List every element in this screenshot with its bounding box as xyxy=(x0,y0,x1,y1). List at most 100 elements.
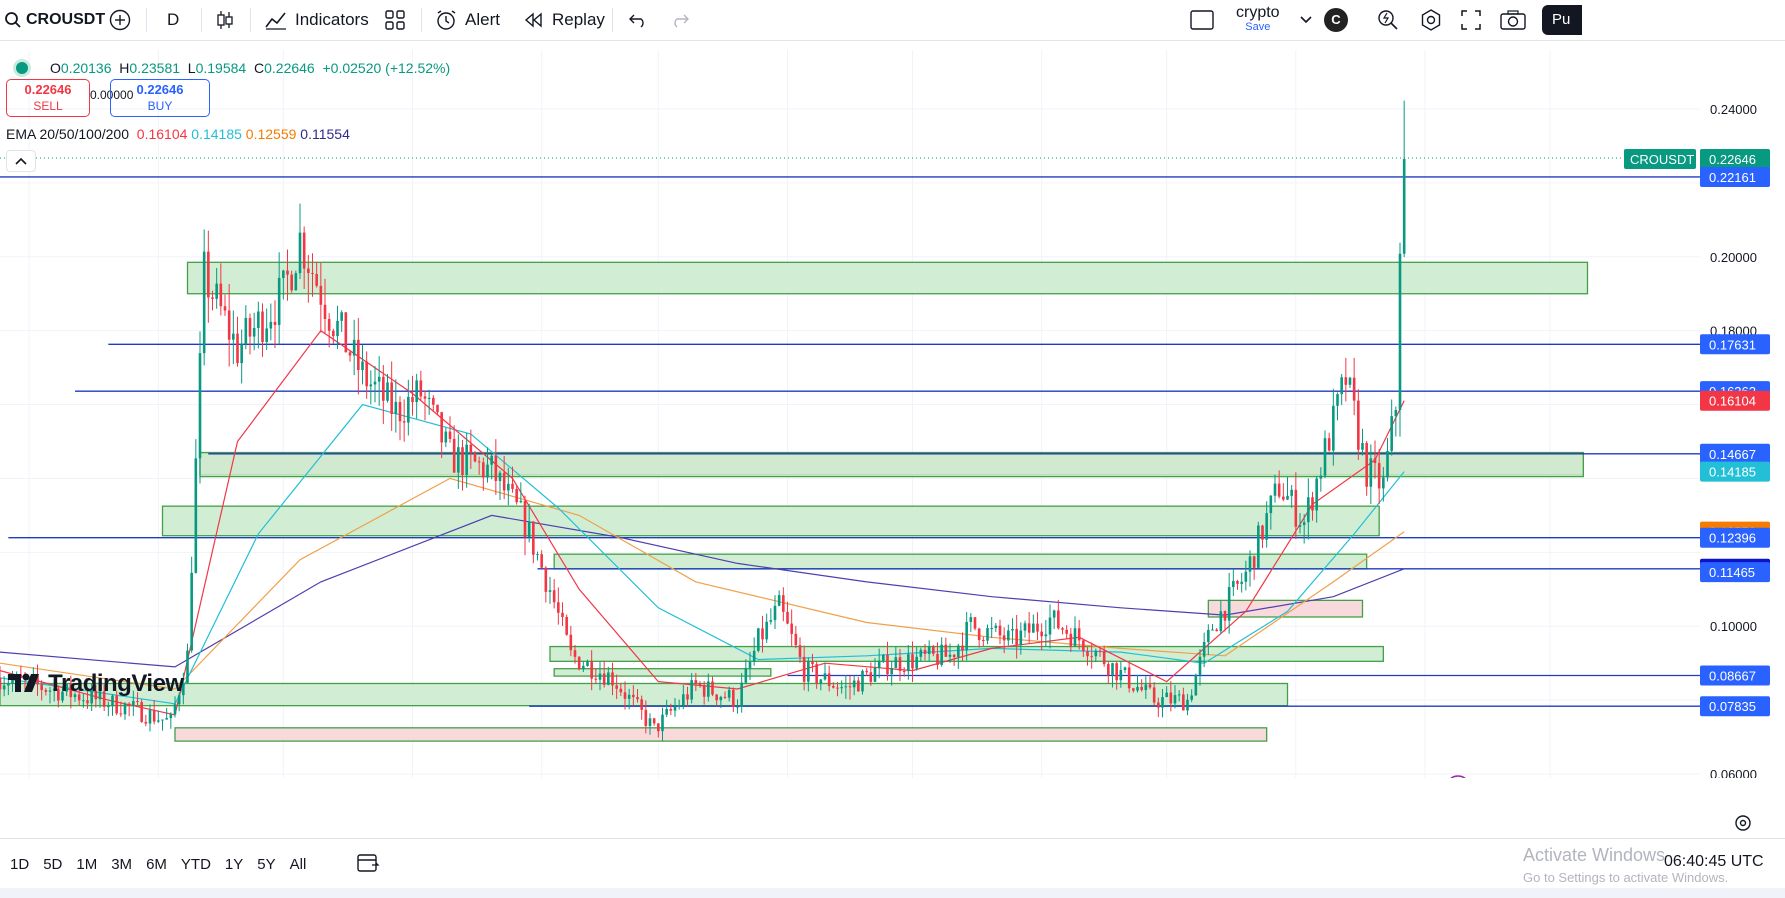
indicators-label: Indicators xyxy=(295,10,369,29)
zone-red xyxy=(174,727,1268,742)
close-label: C xyxy=(253,60,265,76)
candle-body xyxy=(1027,623,1031,633)
candle-body xyxy=(290,274,293,291)
timeframe-selector: 1D 5D 1M 3M 6M YTD 1Y 5Y All xyxy=(10,850,320,878)
candle-body xyxy=(336,320,339,337)
candle-body xyxy=(82,700,85,702)
ema-legend[interactable]: EMA 20/50/100/200 0.16104 0.14185 0.1255… xyxy=(6,126,350,142)
price-tag-label: 0.14667 xyxy=(1709,447,1756,462)
timeframe-1m[interactable]: 1M xyxy=(76,856,97,873)
candle-body xyxy=(394,401,398,414)
timeframe-6m[interactable]: 6M xyxy=(146,856,167,873)
candle-body xyxy=(1194,674,1198,696)
candle-body xyxy=(702,685,706,697)
settings-button[interactable] xyxy=(1420,0,1442,40)
price-tag-label: 0.22161 xyxy=(1709,170,1756,185)
indicators-button[interactable]: Indicators xyxy=(265,0,369,40)
alert-button[interactable]: Alert xyxy=(435,0,500,40)
candle-body xyxy=(152,710,156,722)
fullscreen-button[interactable] xyxy=(1461,0,1481,40)
candle-body xyxy=(123,703,127,715)
candle-body xyxy=(161,719,164,721)
candle-body xyxy=(1236,581,1239,584)
candle-body xyxy=(536,554,539,556)
candle-body xyxy=(448,431,452,439)
candle-body xyxy=(1073,628,1077,646)
candle-body xyxy=(561,612,564,617)
candle-body xyxy=(644,709,648,727)
candle-body xyxy=(1182,694,1185,711)
candle-body xyxy=(1277,483,1281,497)
layout-menu-button[interactable] xyxy=(1299,0,1313,40)
candle-body xyxy=(115,695,118,714)
undo-button[interactable] xyxy=(628,0,648,40)
symbol-search-button[interactable]: CROUSDT xyxy=(4,0,105,40)
templates-button[interactable] xyxy=(385,0,405,40)
candle-body xyxy=(723,696,727,698)
compare-button[interactable] xyxy=(109,0,131,40)
collapse-legend-button[interactable] xyxy=(6,150,36,172)
timeframe-ytd[interactable]: YTD xyxy=(181,856,211,873)
timeframe-3m[interactable]: 3M xyxy=(111,856,132,873)
candle-body xyxy=(473,453,477,462)
timeframe-all[interactable]: All xyxy=(290,856,307,873)
candle-body xyxy=(548,590,552,592)
chevron-up-icon xyxy=(15,157,27,165)
candle-body xyxy=(432,397,435,405)
zone-green xyxy=(199,451,1584,478)
candle-body xyxy=(436,404,439,413)
candle-body xyxy=(1065,629,1068,634)
lightning-marker[interactable] xyxy=(1446,775,1470,778)
candle-body xyxy=(569,634,573,651)
candle-body xyxy=(257,311,260,328)
candle-body xyxy=(282,270,285,278)
add-circle-icon xyxy=(109,9,131,31)
chart-type-button[interactable] xyxy=(215,0,235,40)
magnify-lightning-icon xyxy=(1378,10,1398,30)
candle-body xyxy=(173,704,177,715)
redo-button[interactable] xyxy=(670,0,690,40)
layout-name: crypto xyxy=(1236,4,1280,21)
candle-body xyxy=(1257,525,1260,568)
candle-body xyxy=(190,572,193,651)
timeframe-5y[interactable]: 5Y xyxy=(257,856,275,873)
timeframe-1y[interactable]: 1Y xyxy=(225,856,243,873)
candle-body xyxy=(1386,450,1389,478)
candle-body xyxy=(157,720,160,722)
account-avatar[interactable]: C xyxy=(1324,0,1348,40)
sell-label: SELL xyxy=(33,99,63,113)
publish-label: Pu xyxy=(1542,5,1582,35)
candle-body xyxy=(1265,513,1268,540)
interval-label: D xyxy=(167,10,180,29)
replay-button[interactable]: Replay xyxy=(524,0,605,40)
candle-body xyxy=(694,680,698,684)
candle-body xyxy=(1040,631,1043,637)
candle-body xyxy=(923,649,927,654)
candle-body xyxy=(1232,581,1235,588)
timeframe-5d[interactable]: 5D xyxy=(43,856,62,873)
candle-body xyxy=(902,670,906,672)
candle-body xyxy=(498,472,502,482)
time-axis-settings-button[interactable] xyxy=(1732,812,1754,834)
candle-body xyxy=(294,273,298,291)
publish-button[interactable]: Pu xyxy=(1542,0,1582,40)
layout-name-button[interactable]: crypto Save xyxy=(1236,0,1280,40)
buy-button[interactable]: 0.22646 BUY xyxy=(110,79,210,117)
layout-toggle-button[interactable] xyxy=(1190,0,1214,40)
timeframe-1d[interactable]: 1D xyxy=(10,856,29,873)
candle-body xyxy=(882,654,885,661)
price-chart[interactable]: 0.240000.200000.180000.100000.06000 0.22… xyxy=(0,40,1785,778)
clock[interactable]: 06:40:45 UTC xyxy=(1664,853,1764,871)
sell-button[interactable]: 0.22646 SELL xyxy=(6,79,90,117)
price-tag-label: 0.14185 xyxy=(1709,465,1756,480)
legend-status-dot[interactable] xyxy=(16,62,28,74)
snapshot-button[interactable] xyxy=(1500,0,1526,40)
candle-body xyxy=(457,447,460,473)
candle-body xyxy=(598,673,602,680)
date-range-button[interactable] xyxy=(357,852,381,879)
candle-body xyxy=(1244,571,1248,582)
tradingview-logo[interactable]: TradingView xyxy=(8,670,184,698)
candle-body xyxy=(1048,617,1052,635)
quick-search-button[interactable] xyxy=(1377,0,1399,40)
interval-button[interactable]: D xyxy=(167,0,179,40)
